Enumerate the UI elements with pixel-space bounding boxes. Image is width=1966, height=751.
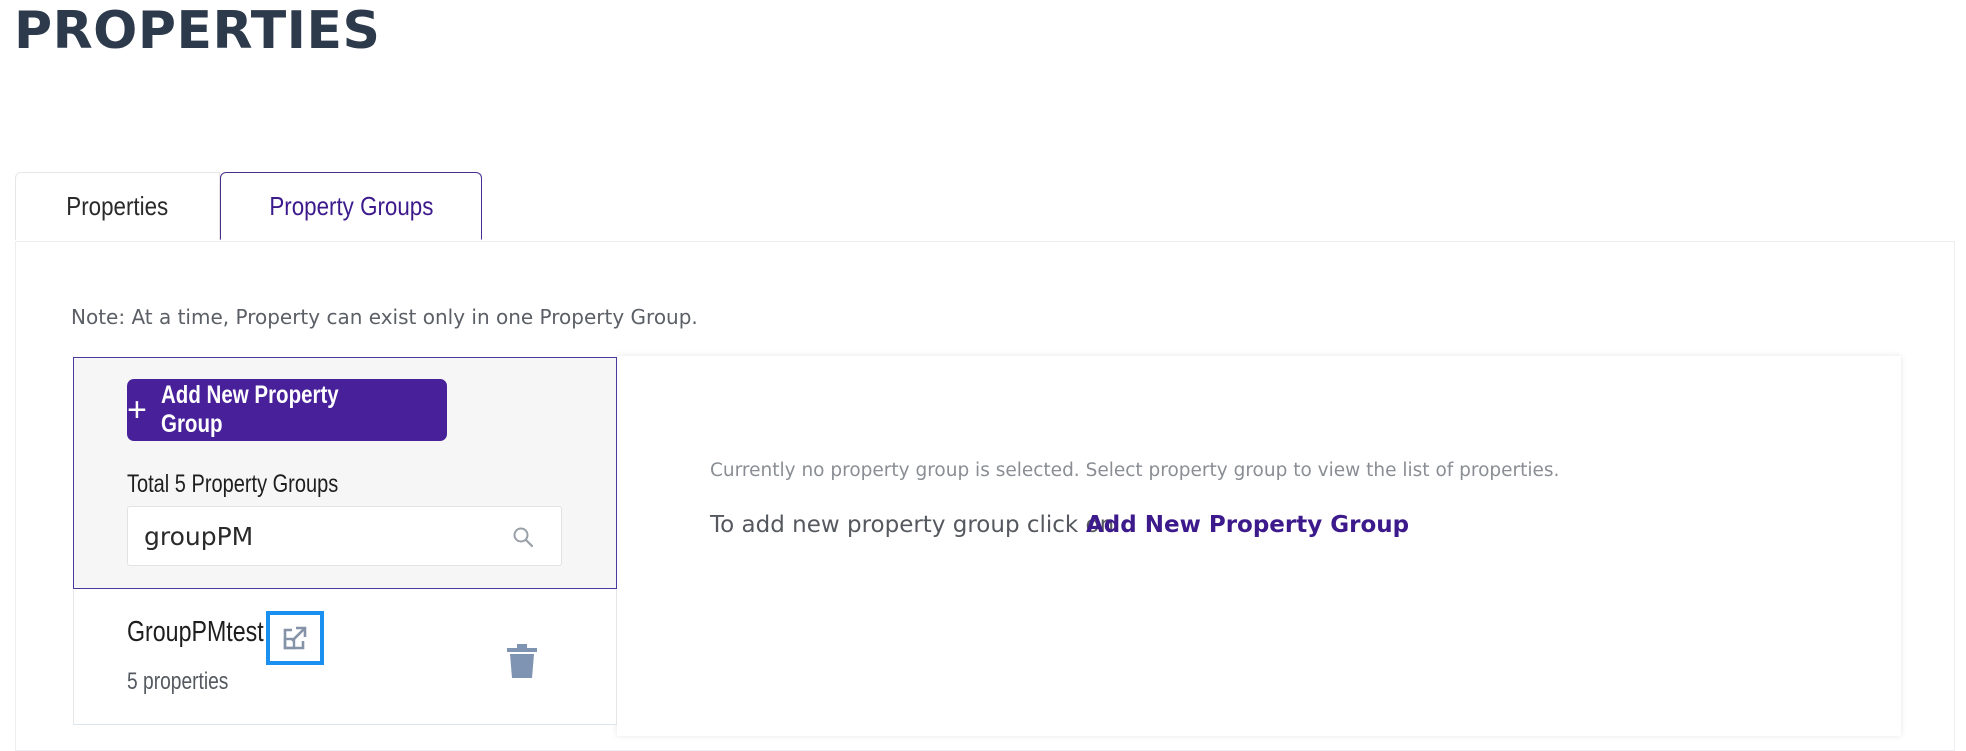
- tab-property-groups-label: Property Groups: [268, 190, 434, 221]
- tab-bar: Properties Property Groups: [15, 172, 482, 242]
- trash-icon[interactable]: [507, 644, 537, 678]
- plus-icon: +: [127, 391, 147, 429]
- add-property-group-label: Add New Property Group: [160, 381, 339, 438]
- tab-properties-label: Properties: [66, 191, 169, 221]
- group-count-label: Total 5 Property Groups: [127, 470, 339, 498]
- group-property-count: 5 properties: [127, 668, 229, 695]
- add-property-group-link[interactable]: Add New Property Group: [1086, 512, 1409, 538]
- add-property-group-button[interactable]: + Add New Property Group: [127, 379, 447, 441]
- open-group-button[interactable]: [266, 611, 324, 665]
- add-hint-text: To add new property group click on: [710, 512, 1115, 538]
- tab-property-groups[interactable]: Property Groups: [220, 172, 482, 240]
- group-search-field[interactable]: [127, 506, 562, 566]
- tab-properties[interactable]: Properties: [15, 172, 220, 240]
- group-detail-panel: [617, 356, 1901, 736]
- group-search-input[interactable]: [144, 517, 484, 555]
- empty-state-message: Currently no property group is selected.…: [710, 460, 1560, 481]
- page-title: PROPERTIES: [14, 1, 381, 61]
- search-icon[interactable]: [511, 525, 535, 549]
- open-external-icon: [283, 626, 307, 650]
- note-text: Note: At a time, Property can exist only…: [71, 305, 698, 329]
